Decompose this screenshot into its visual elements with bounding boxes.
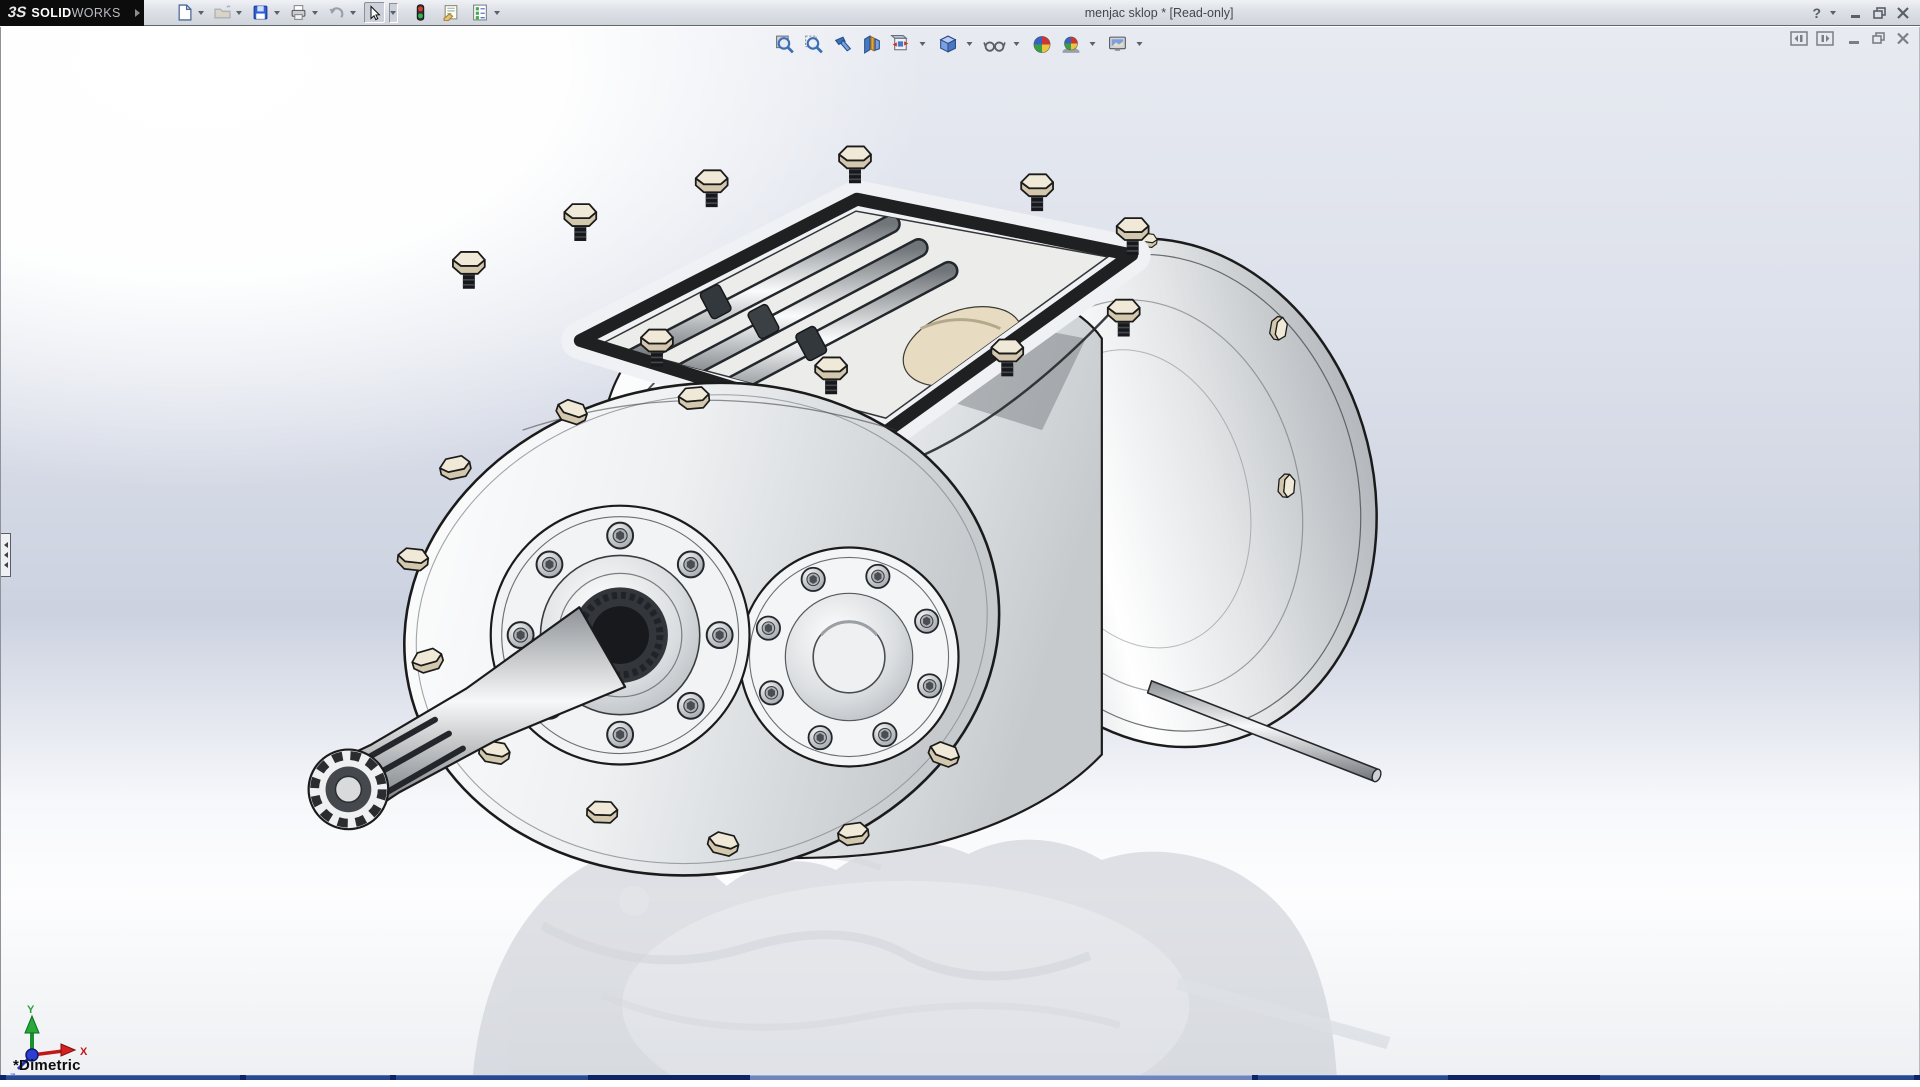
solidworks-logo[interactable]: 3S SOLIDWORKS	[0, 0, 131, 26]
apply-scene-icon	[1060, 34, 1081, 55]
appearance-ball-icon	[1031, 34, 1052, 55]
section-view-icon	[861, 34, 882, 55]
zoom-to-fit-icon	[774, 34, 795, 55]
minimize-button[interactable]	[1848, 6, 1864, 20]
taskbar-button[interactable]	[396, 1075, 588, 1080]
edit-appearance-button[interactable]	[1030, 32, 1054, 56]
apply-scene-button[interactable]	[1059, 32, 1083, 56]
previous-view-icon	[832, 34, 853, 55]
feature-manager-collapsed-tab[interactable]	[1, 533, 11, 577]
rebuild-button[interactable]	[410, 2, 431, 23]
save-floppy-icon	[252, 4, 269, 21]
output-flange[interactable]	[740, 548, 959, 767]
eyeglasses-icon	[984, 34, 1006, 55]
view-settings-button[interactable]	[1106, 32, 1130, 56]
window-controls: ?	[1812, 3, 1920, 23]
save-dropdown[interactable]	[273, 3, 282, 23]
hide-show-items-dropdown[interactable]	[1012, 34, 1021, 54]
help-dropdown[interactable]	[1828, 3, 1837, 23]
taskbar-tray[interactable]	[1600, 1075, 1914, 1080]
select-cursor-icon	[366, 5, 382, 21]
display-style-dropdown[interactable]	[965, 34, 974, 54]
triad-x-label: X	[80, 1046, 88, 1058]
solidworks-logo-mark-icon: 3S	[6, 4, 28, 21]
doc-restore-icon	[1870, 31, 1887, 46]
view-orientation-button[interactable]	[889, 32, 913, 56]
help-button[interactable]: ?	[1812, 5, 1821, 21]
headsup-view-toolbar	[773, 32, 1148, 56]
doc-close-button[interactable]	[1895, 31, 1911, 46]
close-button[interactable]	[1895, 6, 1911, 20]
previous-view-button[interactable]	[831, 32, 855, 56]
splined-coupler-end[interactable]	[309, 750, 389, 830]
undo-button[interactable]	[326, 2, 347, 23]
view-settings-icon	[1107, 34, 1128, 55]
standard-toolbar	[174, 2, 506, 23]
new-document-icon	[176, 4, 193, 21]
taskbar-edge	[0, 1075, 1920, 1080]
options-checklist-icon	[471, 4, 489, 21]
view-orientation-dropdown[interactable]	[918, 34, 927, 54]
undo-dropdown[interactable]	[349, 3, 358, 23]
gearbox-model[interactable]	[1, 27, 1920, 1075]
document-window-controls	[1790, 31, 1911, 46]
minimize-icon	[1848, 6, 1864, 20]
print-dropdown[interactable]	[311, 3, 320, 23]
open-document-button[interactable]	[212, 2, 233, 23]
file-properties-icon	[442, 4, 460, 21]
view-settings-dropdown[interactable]	[1135, 34, 1144, 54]
options-button[interactable]	[470, 2, 491, 23]
taskbar-button[interactable]	[6, 1075, 240, 1080]
model-reflection	[473, 840, 1391, 1075]
save-button[interactable]	[250, 2, 271, 23]
traffic-light-icon	[412, 4, 429, 21]
doc-minimize-icon	[1846, 31, 1862, 46]
open-document-dropdown[interactable]	[235, 3, 244, 23]
display-style-icon	[937, 34, 958, 55]
doc-restore-button[interactable]	[1870, 31, 1887, 46]
section-view-button[interactable]	[860, 32, 884, 56]
close-icon	[1895, 6, 1911, 20]
print-icon	[290, 4, 307, 21]
file-properties-button[interactable]	[441, 2, 462, 23]
zoom-to-area-icon	[803, 34, 824, 55]
triad-y-label: Y	[27, 1004, 35, 1016]
pane-right-icon	[1816, 31, 1834, 46]
open-folder-icon	[214, 4, 231, 21]
chevron-left-icon	[4, 552, 8, 558]
doc-minimize-button[interactable]	[1846, 31, 1862, 46]
undo-icon	[328, 4, 345, 21]
restore-icon	[1871, 6, 1888, 20]
brand-light: WORKS	[72, 6, 121, 20]
select-tool-dropdown[interactable]	[389, 3, 398, 23]
print-button[interactable]	[288, 2, 309, 23]
title-bar: 3S SOLIDWORKS	[0, 0, 1920, 26]
taskbar-button[interactable]	[1258, 1075, 1448, 1080]
pane-left-icon	[1790, 31, 1808, 46]
view-orientation-icon	[890, 34, 911, 55]
chevron-left-icon	[4, 562, 8, 568]
menu-flyout-tab[interactable]	[131, 0, 144, 26]
new-document-button[interactable]	[174, 2, 195, 23]
graphics-viewport[interactable]: Y X Z	[0, 27, 1920, 1075]
flyout-arrow-icon	[135, 9, 140, 17]
chevron-left-icon	[4, 542, 8, 548]
doc-close-icon	[1895, 31, 1911, 46]
hide-show-items-button[interactable]	[983, 32, 1007, 56]
view-orientation-label: *Dimetric	[13, 1057, 81, 1074]
document-title: menjac sklop * [Read-only]	[506, 6, 1813, 20]
display-style-button[interactable]	[936, 32, 960, 56]
new-document-dropdown[interactable]	[197, 3, 206, 23]
restore-button[interactable]	[1871, 6, 1888, 20]
apply-scene-dropdown[interactable]	[1088, 34, 1097, 54]
pane-right-button[interactable]	[1816, 31, 1834, 46]
pane-left-button[interactable]	[1790, 31, 1808, 46]
zoom-to-area-button[interactable]	[802, 32, 826, 56]
select-tool-button[interactable]	[364, 2, 385, 23]
taskbar-button-active[interactable]	[750, 1075, 1252, 1080]
zoom-to-fit-button[interactable]	[773, 32, 797, 56]
taskbar-button[interactable]	[246, 1075, 390, 1080]
brand-bold: SOLID	[31, 6, 71, 20]
options-dropdown[interactable]	[493, 3, 502, 23]
